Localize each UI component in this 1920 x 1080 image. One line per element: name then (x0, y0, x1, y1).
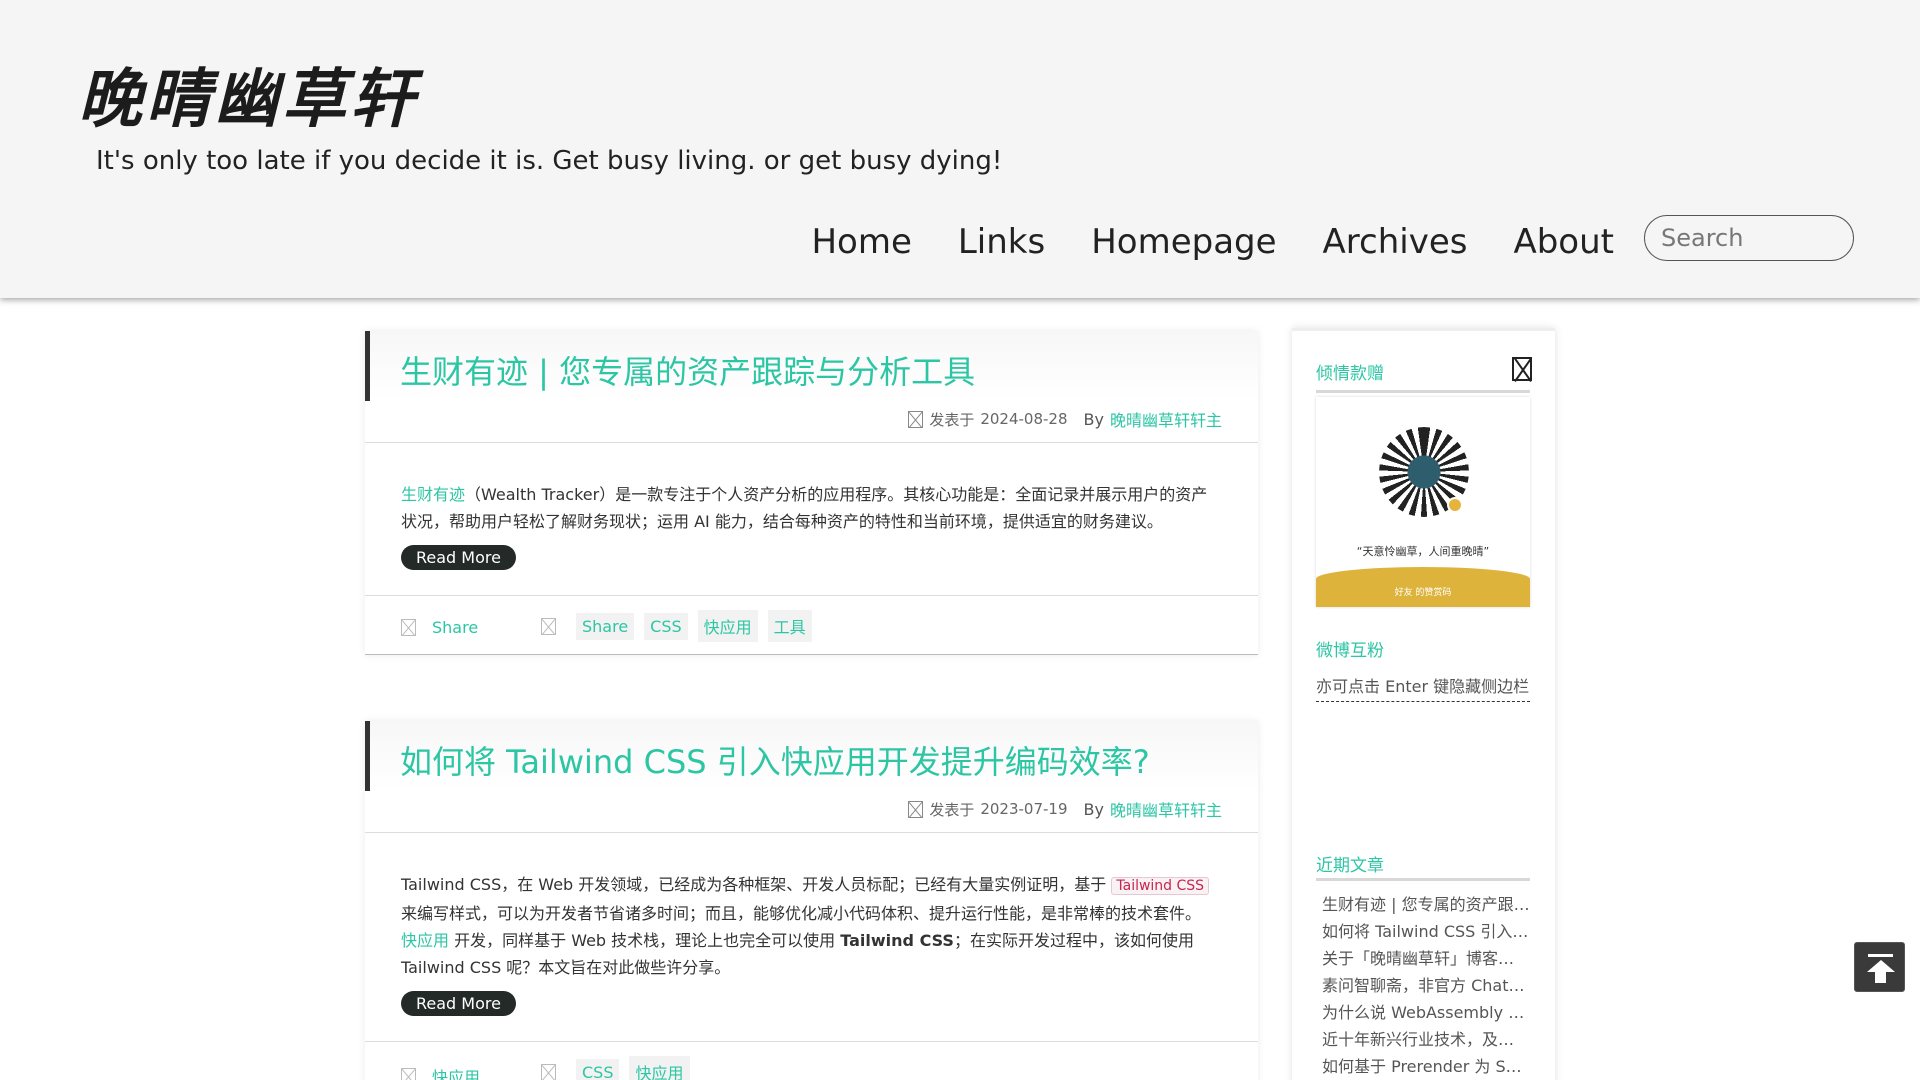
nav-homepage[interactable]: Homepage (1091, 222, 1276, 262)
qr-band: 好友 的赞赏码 (1316, 567, 1530, 607)
share-link[interactable]: Share (401, 618, 478, 637)
nav-links[interactable]: Links (958, 222, 1045, 262)
share-label: Share (432, 618, 479, 637)
read-more-button[interactable]: Read More (401, 545, 516, 570)
post-title[interactable]: 如何将 Tailwind CSS 引入快应用开发提升编码效率? (400, 737, 1150, 783)
read-more-button[interactable]: Read More (401, 991, 516, 1016)
share-icon (401, 619, 416, 636)
weibo-title: 微博互粉 (1316, 641, 1384, 661)
weibo-hint: 亦可点击 Enter 键隐藏侧边栏 (1316, 673, 1530, 702)
recent-post-item[interactable]: 为什么说 WebAssembly 是未来 (1322, 999, 1530, 1026)
post-meta: 发表于 2024-08-28 By 晚晴幽草轩轩主 (365, 401, 1258, 443)
excerpt-text: 开发，同样基于 Web 技术栈，理论上也完全可以使用 (454, 931, 836, 950)
qr-caption: “天意怜幽草，人间重晚晴” (1356, 545, 1490, 558)
donate-qr-card: “天意怜幽草，人间重晚晴” 好友 的赞赏码 (1316, 397, 1530, 607)
site-logo[interactable]: 晚晴幽草轩 (78, 48, 418, 140)
post-date-prefix: 发表于 (929, 800, 975, 819)
share-label: 快应用 (432, 1068, 481, 1080)
post-author[interactable]: 晚晴幽草轩轩主 (1110, 797, 1222, 821)
recent-post-item[interactable]: 如何基于 Prerender 为 SPA 做 SEO 优化 (1322, 1053, 1530, 1080)
excerpt-link[interactable]: 快应用 (401, 931, 449, 950)
share-icon (401, 1067, 416, 1080)
site-tagline: It's only too late if you decide it is. … (96, 146, 1003, 176)
qr-logo-icon (1447, 497, 1463, 513)
post-header: 如何将 Tailwind CSS 引入快应用开发提升编码效率? (365, 721, 1258, 791)
recent-post-item[interactable]: 近十年新兴行业技术，及其发展趋势 (1322, 1026, 1530, 1053)
post-excerpt: 生财有迹（Wealth Tracker）是一款专注于个人资产分析的应用程序。其核… (365, 443, 1258, 571)
nav-about[interactable]: About (1513, 222, 1614, 262)
search-input[interactable] (1644, 215, 1854, 261)
post-card: 如何将 Tailwind CSS 引入快应用开发提升编码效率? 发表于 2023… (365, 721, 1258, 1080)
site-header: 晚晴幽草轩 It's only too late if you decide i… (0, 0, 1920, 298)
recent-title: 近期文章 (1316, 856, 1384, 876)
close-icon[interactable] (1512, 357, 1532, 381)
post-date-prefix: 发表于 (929, 410, 975, 429)
tag-icon (541, 1063, 556, 1080)
recent-post-item[interactable]: 素问智聊斋，非官方 ChatGPT 客户端 (1322, 972, 1530, 999)
arrow-up-icon (1875, 971, 1886, 983)
tag-item[interactable]: 快应用 (629, 1056, 690, 1080)
calendar-icon (908, 410, 924, 428)
section-divider (1316, 878, 1530, 881)
tag-item[interactable]: Share (576, 612, 635, 640)
tag-item[interactable]: 工具 (767, 610, 812, 642)
tag-item[interactable]: CSS (644, 612, 688, 640)
excerpt-link[interactable]: 生财有迹 (401, 485, 465, 504)
excerpt-bold: Tailwind CSS (840, 931, 954, 950)
post-by: By (1083, 799, 1104, 819)
excerpt-text: 来编写样式，可以为开发者节省诸多时间；而且，能够优化减小代码体积、提升运行性能，… (401, 904, 1202, 923)
donate-title: 倾情款赠 (1316, 364, 1384, 384)
inline-code: Tailwind CSS (1111, 877, 1210, 895)
recent-post-item[interactable]: 生财有迹 | 您专属的资产跟踪与分析工具 (1322, 891, 1530, 918)
recent-post-item[interactable]: 关于「晚晴幽草轩」博客的一些说明 (1322, 945, 1530, 972)
post-card: 生财有迹 | 您专属的资产跟踪与分析工具 发表于 2024-08-28 By 晚… (365, 331, 1258, 655)
nav-archives[interactable]: Archives (1323, 222, 1468, 262)
recent-posts-list: 生财有迹 | 您专属的资产跟踪与分析工具 如何将 Tailwind CSS 引入… (1322, 891, 1530, 1080)
qr-band-text: 好友 的赞赏码 (1394, 588, 1452, 598)
post-footer: Share Share CSS 快应用 工具 (365, 595, 1258, 655)
share-link[interactable]: 快应用 (401, 1064, 480, 1080)
tag-item[interactable]: CSS (576, 1058, 620, 1080)
tag-list: CSS 快应用 (541, 1056, 690, 1080)
excerpt-text: （Wealth Tracker）是一款专注于个人资产分析的应用程序。其核心功能是… (401, 485, 1208, 531)
recent-post-item[interactable]: 如何将 Tailwind CSS 引入快应用开发提升编码效率? (1322, 918, 1530, 945)
post-date: 2023-07-19 (980, 800, 1068, 818)
tag-item[interactable]: 快应用 (697, 610, 758, 642)
post-author[interactable]: 晚晴幽草轩轩主 (1110, 407, 1222, 431)
sidebar: 倾情款赠 “天意怜幽草，人间重晚晴” 好友 的赞赏码 微博互粉 亦可点击 Ent… (1292, 328, 1555, 1080)
post-date: 2024-08-28 (980, 410, 1068, 428)
main-nav: Home Links Homepage Archives About (811, 222, 1614, 262)
post-header: 生财有迹 | 您专属的资产跟踪与分析工具 (365, 331, 1258, 401)
post-title[interactable]: 生财有迹 | 您专属的资产跟踪与分析工具 (400, 347, 975, 393)
post-meta: 发表于 2023-07-19 By 晚晴幽草轩轩主 (365, 791, 1258, 833)
tag-list: Share CSS 快应用 工具 (541, 610, 812, 642)
section-divider (1316, 390, 1530, 393)
tag-icon (541, 617, 556, 635)
post-footer: 快应用 CSS 快应用 (365, 1041, 1258, 1080)
excerpt-text: Tailwind CSS，在 Web 开发领域，已经成为各种框架、开发人员标配；… (401, 875, 1107, 894)
nav-home[interactable]: Home (811, 222, 911, 262)
calendar-icon (908, 800, 924, 818)
back-to-top-button[interactable] (1854, 942, 1905, 992)
post-by: By (1083, 409, 1104, 429)
post-excerpt: Tailwind CSS，在 Web 开发领域，已经成为各种框架、开发人员标配；… (365, 833, 1258, 1017)
